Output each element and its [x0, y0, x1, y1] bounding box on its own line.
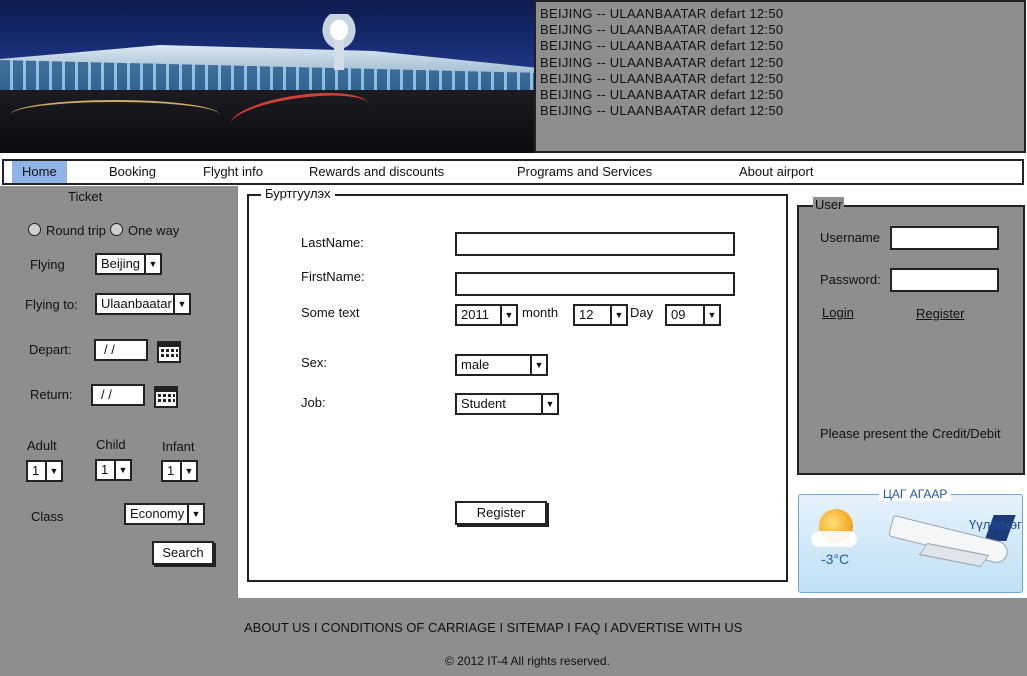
round-trip-label: Round trip	[46, 223, 106, 238]
flying-to-select-value: Ulaanbaatar	[101, 296, 172, 311]
return-date-input[interactable]: / /	[91, 384, 145, 406]
username-label: Username	[820, 230, 880, 245]
one-way-label: One way	[128, 223, 180, 238]
job-label: Job:	[301, 395, 326, 410]
day-label: Day	[630, 305, 654, 320]
infant-select[interactable]: 1 ▼	[161, 460, 198, 482]
calendar-icon[interactable]	[154, 385, 178, 409]
firstname-label: FirstName:	[301, 269, 365, 284]
flying-select[interactable]: Beijing ▼	[95, 253, 162, 275]
some-text-label: Some text	[301, 305, 360, 320]
adult-label: Adult	[27, 438, 57, 453]
chevron-down-icon: ▼	[180, 462, 196, 480]
calendar-icon[interactable]	[157, 340, 181, 364]
one-way-radio[interactable]	[110, 223, 123, 236]
header-airport-image	[0, 0, 534, 153]
class-select[interactable]: Economy ▼	[124, 503, 205, 525]
nav-flyght-info[interactable]: Flyght info	[203, 161, 263, 183]
registration-form: Буртгуулэх LastName: FirstName: Some tex…	[247, 186, 788, 582]
weather-widget: ЦАГ АГААР -3°C Үүлэрхэг	[798, 487, 1023, 593]
day-select[interactable]: 09 ▼	[665, 304, 721, 326]
chevron-down-icon: ▼	[173, 295, 189, 313]
login-link[interactable]: Login	[822, 305, 854, 320]
ticket-title: Ticket	[68, 189, 103, 204]
infant-select-value: 1	[167, 463, 175, 478]
weather-title: ЦАГ АГААР	[879, 487, 952, 501]
sex-select[interactable]: male ▼	[455, 354, 548, 376]
sex-label: Sex:	[301, 355, 328, 370]
chevron-down-icon: ▼	[187, 505, 203, 523]
chevron-down-icon: ▼	[45, 462, 61, 480]
footer-copyright: © 2012 IT-4 All rights reserved.	[445, 654, 610, 668]
job-select-value: Student	[461, 396, 506, 411]
class-select-value: Economy	[130, 506, 185, 521]
chevron-down-icon: ▼	[703, 306, 719, 324]
chevron-down-icon: ▼	[500, 306, 516, 324]
search-button[interactable]: Search	[152, 541, 214, 565]
year-select[interactable]: 2011 ▼	[455, 304, 518, 326]
weather-condition: Үүлэрхэг	[969, 517, 1022, 532]
depart-date-input[interactable]: / /	[94, 339, 148, 361]
flying-to-label: Flying to:	[25, 297, 78, 312]
flying-to-select[interactable]: Ulaanbaatar ▼	[95, 293, 191, 315]
sex-select-value: male	[461, 357, 490, 372]
month-label: month	[522, 305, 559, 320]
password-label: Password:	[820, 272, 881, 287]
month-select-value: 12	[579, 307, 594, 322]
flight-status-line: BEIJING -- ULAANBAATAR defart 12:50	[540, 38, 784, 54]
round-trip-radio[interactable]	[28, 223, 41, 236]
child-label: Child	[96, 437, 126, 452]
flight-status-line: BEIJING -- ULAANBAATAR defart 12:50	[540, 6, 784, 21]
nav-about-airport[interactable]: About airport	[739, 161, 813, 183]
footer-links[interactable]: ABOUT US I CONDITIONS OF CARRIAGE I SITE…	[244, 620, 742, 635]
class-label: Class	[31, 509, 64, 524]
year-select-value: 2011	[461, 307, 489, 322]
user-legend: User	[813, 197, 845, 212]
chevron-down-icon: ▼	[114, 461, 130, 479]
registration-legend: Буртгуулэх	[261, 186, 335, 201]
chevron-down-icon: ▼	[144, 255, 160, 273]
lastname-label: LastName:	[301, 235, 364, 250]
return-label: Return:	[30, 387, 73, 402]
payment-notice: Please present the Credit/Debit	[820, 426, 1001, 441]
chevron-down-icon: ▼	[530, 356, 546, 374]
flight-status-line: BEIJING -- ULAANBAATAR defart 12:50	[540, 70, 784, 86]
user-login-panel: User Username Password: Login Register P…	[797, 197, 1025, 475]
flight-status-line: BEIJING -- ULAANBAATAR defart 12:50	[540, 103, 784, 119]
footer: ABOUT US I CONDITIONS OF CARRIAGE I SITE…	[0, 598, 1027, 676]
flight-status-line: BEIJING -- ULAANBAATAR defart 12:50	[540, 54, 784, 70]
flying-select-value: Beijing	[101, 256, 141, 271]
month-select[interactable]: 12 ▼	[573, 304, 628, 326]
weather-temperature: -3°C	[821, 551, 850, 567]
password-input[interactable]	[890, 268, 999, 292]
register-button[interactable]: Register	[455, 501, 547, 525]
nav-home[interactable]: Home	[12, 161, 67, 183]
child-select[interactable]: 1 ▼	[95, 459, 132, 481]
flying-label: Flying	[30, 257, 65, 272]
register-link[interactable]: Register	[916, 306, 964, 321]
nav-rewards[interactable]: Rewards and discounts	[309, 161, 444, 183]
adult-select-value: 1	[32, 463, 40, 478]
lastname-input[interactable]	[455, 232, 735, 256]
cloud-icon	[811, 531, 857, 547]
flight-status-board: BEIJING -- ULAANBAATAR defart 12:50 BEIJ…	[534, 0, 1026, 153]
child-select-value: 1	[101, 462, 109, 477]
chevron-down-icon: ▼	[541, 395, 557, 413]
adult-select[interactable]: 1 ▼	[26, 460, 63, 482]
flight-status-line: BEIJING -- ULAANBAATAR defart 12:50	[540, 22, 784, 38]
chevron-down-icon: ▼	[610, 306, 626, 324]
firstname-input[interactable]	[455, 272, 735, 296]
username-input[interactable]	[890, 226, 999, 250]
day-select-value: 09	[671, 307, 686, 322]
nav-booking[interactable]: Booking	[109, 161, 156, 183]
depart-label: Depart:	[29, 342, 72, 357]
ticket-panel: Ticket Round trip One way Flying Beijing…	[0, 186, 238, 598]
flight-status-line: BEIJING -- ULAANBAATAR defart 12:50	[540, 87, 784, 103]
main-nav: Home Booking Flyght info Rewards and dis…	[2, 159, 1024, 185]
infant-label: Infant	[162, 439, 195, 454]
job-select[interactable]: Student ▼	[455, 393, 559, 415]
nav-programs[interactable]: Programs and Services	[517, 161, 652, 183]
